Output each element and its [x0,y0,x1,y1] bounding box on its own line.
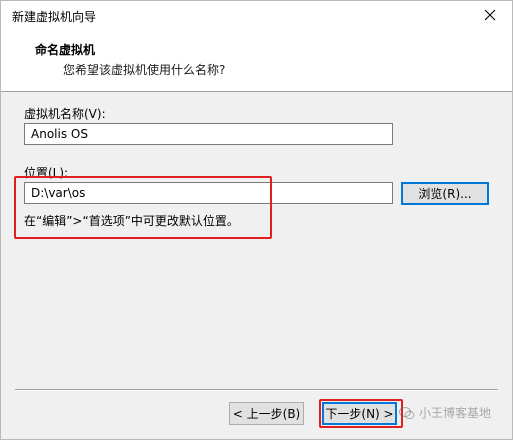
back-button[interactable]: < 上一步(B) [229,402,304,425]
wizard-header: 命名虚拟机 您希望该虚拟机使用什么名称? [1,31,512,92]
close-icon [484,9,496,24]
vm-name-label: 虚拟机名称(V): [24,107,106,121]
watermark-text: 小王博客基地 [419,406,492,420]
location-label: 位置(L): [24,166,69,180]
watermark: 小王博客基地 [399,404,491,421]
close-button[interactable] [468,1,512,31]
page-title: 命名虚拟机 [35,43,96,57]
location-input[interactable]: D:\var\os [24,182,393,204]
footer-separator [15,389,498,391]
new-vm-wizard-dialog: 新建虚拟机向导 命名虚拟机 您希望该虚拟机使用什么名称? 虚拟机名称(V): A… [0,0,513,440]
wechat-icon [399,406,415,419]
next-button[interactable]: 下一步(N) > [322,402,397,425]
page-subtitle: 您希望该虚拟机使用什么名称? [63,63,226,77]
vm-name-input[interactable]: Anolis OS [24,123,393,145]
location-hint: 在“编辑”>“首选项”中可更改默认位置。 [24,214,239,228]
title-bar: 新建虚拟机向导 [1,1,512,31]
window-title: 新建虚拟机向导 [12,10,97,24]
browse-button[interactable]: 浏览(R)... [401,182,489,205]
